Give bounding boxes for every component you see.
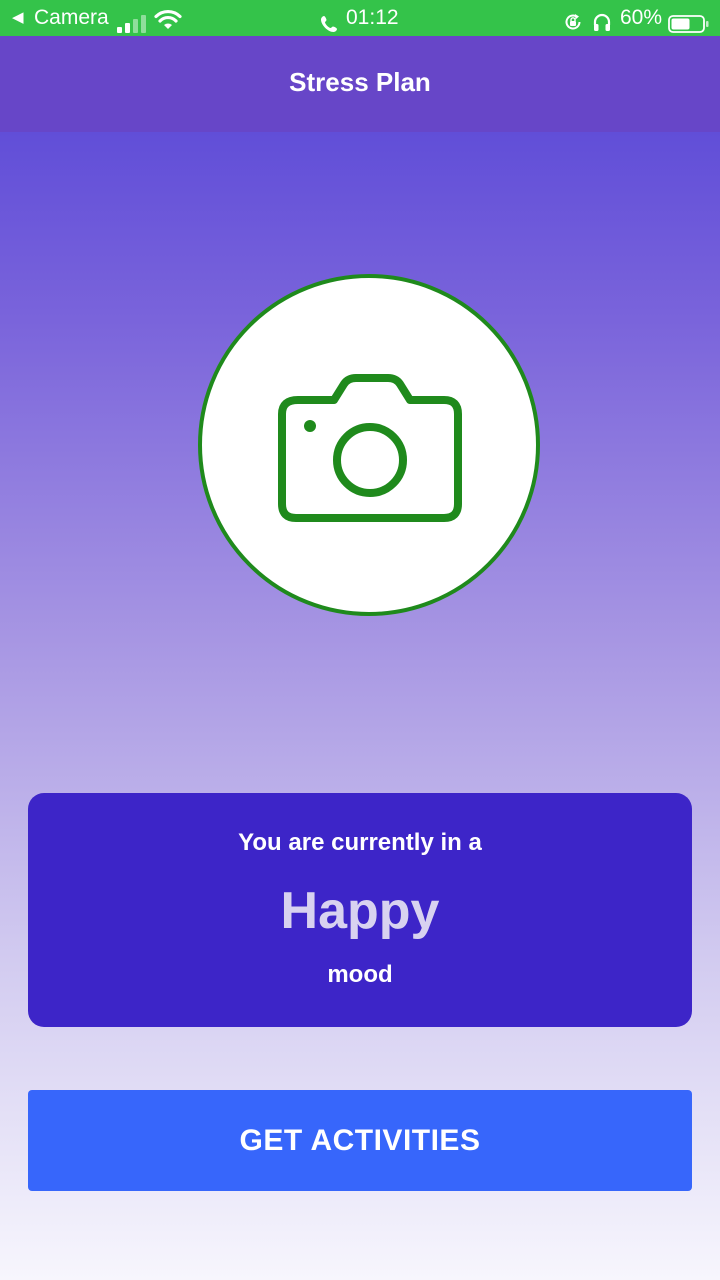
nav-header: Stress Plan — [0, 36, 720, 132]
app-screen: ◀ Camera 01:12 60% Stress Plan You are c… — [0, 0, 720, 1280]
get-activities-button[interactable]: GET ACTIVITIES — [28, 1090, 692, 1191]
cellular-signal-icon — [116, 9, 148, 33]
battery-icon — [668, 9, 710, 33]
wifi-icon — [154, 7, 182, 29]
camera-icon — [278, 374, 462, 522]
rotation-lock-icon — [563, 8, 583, 30]
call-icon[interactable] — [320, 9, 338, 32]
status-time[interactable]: 01:12 — [346, 0, 399, 36]
page-title: Stress Plan — [289, 67, 431, 97]
mood-value: Happy — [280, 882, 440, 940]
headphones-icon — [592, 8, 612, 31]
battery-fill — [671, 18, 690, 30]
mood-card: You are currently in a Happy mood — [28, 793, 692, 1027]
mood-prefix-text: You are currently in a — [238, 829, 482, 856]
status-bar: ◀ Camera 01:12 60% — [0, 0, 720, 36]
back-to-app-icon[interactable]: ◀ — [12, 0, 24, 36]
mood-suffix-text: mood — [327, 961, 393, 988]
back-to-app-label[interactable]: Camera — [34, 0, 109, 36]
camera-button[interactable] — [198, 274, 540, 616]
battery-percent: 60% — [620, 6, 663, 29]
